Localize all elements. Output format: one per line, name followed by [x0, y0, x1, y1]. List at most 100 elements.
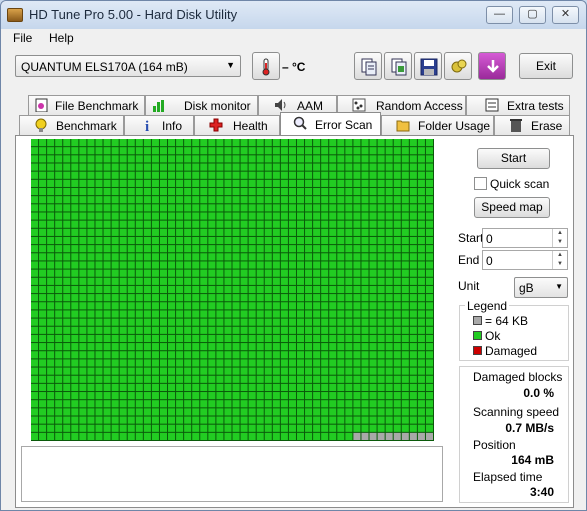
save-button[interactable]	[414, 52, 442, 80]
start-spinner[interactable]: 0 ▲ ▼	[482, 228, 568, 248]
block-cell	[39, 187, 47, 196]
block-cell	[272, 367, 280, 375]
block-cell	[176, 261, 184, 269]
spinner-arrows-icon[interactable]: ▲ ▼	[552, 229, 567, 247]
block-cell	[353, 245, 361, 253]
block-cell	[321, 408, 329, 416]
block-cell	[409, 204, 417, 212]
title-bar[interactable]: HD Tune Pro 5.00 - Hard Disk Utility — ▢…	[1, 1, 586, 29]
tab-disk-monitor[interactable]: Disk monitor	[145, 95, 258, 115]
block-cell	[272, 400, 280, 408]
legend-block-size: = 64 KB	[485, 314, 529, 328]
block-cell	[176, 179, 184, 187]
block-cell	[168, 408, 176, 416]
block-cell	[143, 228, 151, 236]
block-cell	[256, 351, 264, 359]
block-cell	[280, 424, 288, 432]
copy-text-button[interactable]	[354, 52, 382, 80]
download-button[interactable]	[478, 52, 506, 80]
temperature-button[interactable]	[252, 52, 280, 80]
block-cell	[417, 343, 425, 351]
block-cell	[184, 228, 192, 236]
block-cell	[305, 392, 313, 400]
block-cell	[288, 277, 296, 285]
block-cell	[272, 351, 280, 359]
block-cell	[248, 424, 256, 432]
block-cell	[321, 253, 329, 261]
block-cell	[417, 196, 425, 204]
minimize-button[interactable]: —	[486, 6, 513, 24]
block-cell	[393, 318, 401, 326]
copy-screenshot-button[interactable]	[384, 52, 412, 80]
block-cell	[135, 236, 143, 245]
block-cell	[232, 424, 240, 432]
block-cell	[47, 375, 55, 383]
block-cell	[143, 318, 151, 326]
block-cell	[168, 334, 176, 343]
block-cell	[425, 302, 433, 310]
unit-select[interactable]: gB ▼	[514, 277, 568, 298]
block-cell	[345, 359, 353, 367]
scan-log[interactable]	[21, 446, 443, 502]
tab-info[interactable]: i Info	[124, 115, 194, 135]
block-cell	[393, 139, 401, 147]
block-cell	[401, 179, 409, 187]
block-cell	[369, 294, 377, 302]
block-cell	[256, 343, 264, 351]
block-cell	[337, 326, 345, 334]
block-cell	[329, 302, 337, 310]
end-spinner[interactable]: 0 ▲ ▼	[482, 250, 568, 270]
block-cell	[184, 375, 192, 383]
speed-map-button[interactable]: Speed map	[474, 197, 550, 218]
block-cell	[111, 171, 119, 179]
block-cell	[184, 269, 192, 277]
tab-extra-tests[interactable]: Extra tests	[466, 95, 570, 115]
block-cell	[337, 147, 345, 155]
options-button[interactable]	[444, 52, 472, 80]
block-cell	[63, 139, 71, 147]
block-cell	[345, 155, 353, 163]
tab-health[interactable]: Health	[194, 115, 280, 135]
spinner-arrows-icon[interactable]: ▲ ▼	[552, 251, 567, 269]
maximize-button[interactable]: ▢	[519, 6, 546, 24]
tab-file-benchmark[interactable]: File Benchmark	[28, 95, 145, 115]
block-cell	[71, 383, 79, 392]
block-cell	[240, 392, 248, 400]
close-button[interactable]: ✕	[552, 6, 579, 24]
tab-error-scan[interactable]: Error Scan	[280, 112, 381, 135]
block-cell	[47, 139, 55, 147]
drive-select[interactable]: QUANTUM ELS170A (164 mB) ▼	[15, 55, 241, 77]
block-cell	[135, 196, 143, 204]
quick-scan-checkbox[interactable]	[474, 177, 487, 190]
block-cell	[63, 310, 71, 318]
block-cell	[377, 261, 385, 269]
block-cell	[159, 383, 168, 392]
block-cell	[192, 212, 200, 220]
block-cell	[232, 139, 240, 147]
block-cell	[63, 326, 71, 334]
block-cell	[305, 155, 313, 163]
block-cell	[313, 367, 321, 375]
block-cell	[143, 187, 151, 196]
block-cell	[240, 245, 248, 253]
block-cell	[192, 228, 200, 236]
block-cell	[151, 187, 159, 196]
block-cell	[71, 147, 79, 155]
tab-folder-usage[interactable]: Folder Usage	[381, 115, 494, 135]
block-cell	[232, 187, 240, 196]
tab-erase[interactable]: Erase	[494, 115, 570, 135]
exit-button[interactable]: Exit	[519, 53, 573, 79]
block-cell	[159, 318, 168, 326]
block-cell	[361, 416, 369, 424]
block-cell	[159, 147, 168, 155]
tab-benchmark[interactable]: Benchmark	[19, 115, 124, 135]
block-cell	[39, 139, 47, 147]
start-button[interactable]: Start	[477, 148, 550, 169]
block-cell	[369, 236, 377, 245]
menu-file[interactable]: File	[13, 31, 32, 45]
block-cell	[151, 343, 159, 351]
block-cell	[409, 416, 417, 424]
menu-help[interactable]: Help	[49, 31, 74, 45]
block-cell	[103, 196, 111, 204]
block-cell	[63, 228, 71, 236]
